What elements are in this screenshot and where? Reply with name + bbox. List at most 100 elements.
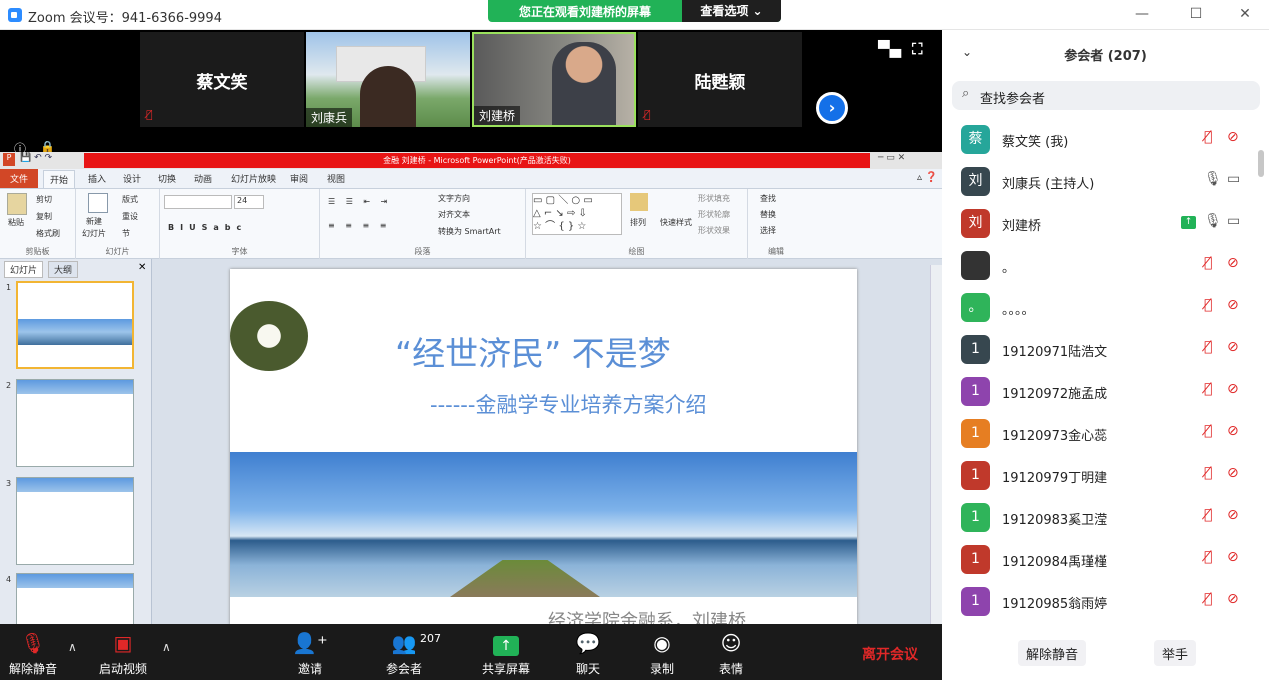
view-layout-icon[interactable]: ▀▄ bbox=[878, 40, 901, 58]
format-painter-button[interactable]: 格式刷 bbox=[36, 228, 60, 239]
tab-insert[interactable]: 插入 bbox=[88, 172, 106, 185]
unmute-button[interactable]: 🎙 解除静音 bbox=[0, 624, 78, 680]
reset-button[interactable]: 重设 bbox=[122, 211, 138, 222]
participant-row[interactable]: 1 19120983奚卫滢 🎙̸ ⊘ bbox=[942, 497, 1269, 539]
participant-row[interactable]: 刘刘建桥 ↑ 🎙 ▭ bbox=[942, 203, 1269, 245]
mic-muted-icon[interactable]: 🎙̸ bbox=[1204, 549, 1212, 565]
tab-animations[interactable]: 动画 bbox=[194, 172, 212, 185]
camera-off-icon[interactable]: ⊘ bbox=[1227, 465, 1239, 481]
mic-icon[interactable]: 🎙 bbox=[1204, 171, 1222, 187]
tab-transitions[interactable]: 切换 bbox=[158, 172, 176, 185]
select-button[interactable]: 选择 bbox=[760, 225, 776, 236]
fullscreen-icon[interactable]: ⛶ bbox=[912, 40, 923, 58]
slide-thumb-3[interactable] bbox=[16, 477, 134, 565]
find-button[interactable]: 查找 bbox=[760, 193, 776, 204]
smartart-button[interactable]: 转换为 SmartArt bbox=[438, 226, 501, 237]
ribbon-collapse-icon[interactable]: ▵ ❓ bbox=[917, 172, 938, 183]
list-buttons-icon[interactable]: ☰ ☰ ⇤ ⇥ bbox=[328, 197, 391, 206]
shape-outline-button[interactable]: 形状轮廓 bbox=[698, 209, 730, 220]
tab-view[interactable]: 视图 bbox=[327, 172, 345, 185]
mic-muted-icon[interactable]: 🎙̸ bbox=[1204, 507, 1212, 523]
mic-icon[interactable]: 🎙 bbox=[1204, 213, 1222, 229]
participant-row[interactable]: 1 19120972施孟成 🎙̸ ⊘ bbox=[942, 371, 1269, 413]
slide-thumb-2[interactable] bbox=[16, 379, 134, 467]
participant-scrollbar[interactable] bbox=[1258, 150, 1264, 177]
font-size-select[interactable]: 24 bbox=[234, 195, 264, 209]
start-video-button[interactable]: ▣ 启动视频 bbox=[78, 624, 168, 680]
tab-review[interactable]: 审阅 bbox=[290, 172, 308, 185]
tab-home[interactable]: 开始 bbox=[43, 170, 76, 188]
align-text-button[interactable]: 对齐文本 bbox=[438, 209, 470, 220]
raise-hand-button[interactable]: 举手 bbox=[1154, 640, 1197, 666]
new-slide-icon[interactable] bbox=[88, 193, 108, 213]
leave-meeting-button[interactable]: 离开会议 bbox=[862, 644, 918, 664]
video-tile-4[interactable]: 陆甦颖 🎙̸ bbox=[638, 32, 802, 127]
participant-row[interactable]: 蔡蔡文笑 (我) 🎙̸ ⊘ bbox=[942, 119, 1269, 161]
camera-off-icon[interactable]: ⊘ bbox=[1227, 381, 1239, 397]
camera-off-icon[interactable]: ⊘ bbox=[1227, 423, 1239, 439]
video-tile-1[interactable]: 蔡文笑 🎙̸ bbox=[140, 32, 304, 127]
shape-fill-button[interactable]: 形状填充 bbox=[698, 193, 730, 204]
slide-scrollbar[interactable] bbox=[930, 265, 942, 624]
slide-thumb-1[interactable] bbox=[16, 281, 134, 369]
tab-slides[interactable]: 幻灯片 bbox=[4, 261, 44, 278]
paste-label[interactable]: 粘贴 bbox=[8, 217, 24, 228]
slide-label[interactable]: 幻灯片 bbox=[82, 228, 106, 239]
camera-icon[interactable]: ▭ bbox=[1227, 213, 1240, 229]
tab-slideshow[interactable]: 幻灯片放映 bbox=[231, 172, 276, 185]
camera-off-icon[interactable]: ⊘ bbox=[1227, 297, 1239, 313]
camera-icon[interactable]: ▭ bbox=[1227, 171, 1240, 187]
maximize-button[interactable]: ☐ bbox=[1186, 6, 1206, 22]
close-button[interactable]: ✕ bbox=[1235, 6, 1255, 22]
section-button[interactable]: 节 bbox=[122, 228, 130, 239]
participant-row[interactable]: 1 19120973金心蕊 🎙̸ ⊘ bbox=[942, 413, 1269, 455]
participant-row[interactable]: 1 19120971陆浩文 🎙̸ ⊘ bbox=[942, 329, 1269, 371]
tab-file[interactable]: 文件 bbox=[0, 169, 38, 188]
cut-button[interactable]: 剪切 bbox=[36, 194, 52, 205]
replace-button[interactable]: 替换 bbox=[760, 209, 776, 220]
arrange-button[interactable]: 排列 bbox=[630, 217, 646, 228]
mic-muted-icon[interactable]: 🎙̸ bbox=[1204, 339, 1212, 355]
participant-row[interactable]: 1 19120985翁雨婷 🎙̸ ⊘ bbox=[942, 581, 1269, 623]
shape-effects-button[interactable]: 形状效果 bbox=[698, 225, 730, 236]
video-tile-3-active[interactable]: 刘建桥 bbox=[472, 32, 636, 127]
view-options-button[interactable]: 查看选项 ⌄ bbox=[682, 0, 781, 22]
minimize-button[interactable]: — bbox=[1132, 6, 1152, 22]
paste-icon[interactable] bbox=[7, 193, 27, 215]
mic-muted-icon[interactable]: 🎙̸ bbox=[1204, 255, 1212, 271]
mic-muted-icon[interactable]: 🎙̸ bbox=[1204, 465, 1212, 481]
participant-row[interactable]: 。。。。。 🎙̸ ⊘ bbox=[942, 287, 1269, 329]
align-buttons-icon[interactable]: ≡ ≡ ≡ ≡ bbox=[328, 221, 390, 230]
invite-button[interactable]: 👤⁺ 邀请 bbox=[265, 624, 355, 680]
close-panel-icon[interactable]: ✕ bbox=[138, 262, 146, 273]
text-direction-button[interactable]: 文字方向 bbox=[438, 193, 470, 204]
layout-button[interactable]: 版式 bbox=[122, 194, 138, 205]
mic-muted-icon[interactable]: 🎙̸ bbox=[1204, 591, 1212, 607]
search-input[interactable]: 查找参会者 bbox=[980, 88, 1045, 107]
mic-muted-icon[interactable]: 🎙̸ bbox=[1204, 423, 1212, 439]
camera-off-icon[interactable]: ⊘ bbox=[1227, 549, 1239, 565]
mic-muted-icon[interactable]: 🎙̸ bbox=[1204, 381, 1212, 397]
audio-options-chevron-icon[interactable]: ∧ bbox=[68, 640, 77, 654]
camera-off-icon[interactable]: ⊘ bbox=[1227, 129, 1239, 145]
participant-row[interactable]: 1 19120979丁明建 🎙̸ ⊘ bbox=[942, 455, 1269, 497]
camera-off-icon[interactable]: ⊘ bbox=[1227, 255, 1239, 271]
next-page-button[interactable]: › bbox=[816, 92, 848, 124]
ppt-window-controls[interactable]: ─ ▭ ✕ bbox=[878, 153, 905, 163]
participant-row[interactable]: 1 19120984禹瑾槿 🎙̸ ⊘ bbox=[942, 539, 1269, 581]
new-slide-label[interactable]: 新建 bbox=[86, 216, 102, 227]
search-participants[interactable]: ⌕ 查找参会者 bbox=[952, 81, 1260, 110]
tab-design[interactable]: 设计 bbox=[123, 172, 141, 185]
font-family-select[interactable] bbox=[164, 195, 232, 209]
video-options-chevron-icon[interactable]: ∧ bbox=[162, 640, 171, 654]
arrange-icon[interactable] bbox=[630, 193, 648, 211]
font-format-buttons[interactable]: BIUSabc bbox=[168, 223, 247, 232]
mic-muted-icon[interactable]: 🎙̸ bbox=[1204, 129, 1212, 145]
copy-button[interactable]: 复制 bbox=[36, 211, 52, 222]
participant-row[interactable]: 。 🎙̸ ⊘ bbox=[942, 245, 1269, 287]
camera-off-icon[interactable]: ⊘ bbox=[1227, 507, 1239, 523]
quick-styles-button[interactable]: 快速样式 bbox=[660, 217, 692, 228]
reactions-button[interactable]: ☺ 表情 bbox=[686, 624, 776, 680]
quick-access-icons[interactable]: 💾 ↶ ↷ bbox=[20, 153, 52, 163]
mic-muted-icon[interactable]: 🎙̸ bbox=[1204, 297, 1212, 313]
